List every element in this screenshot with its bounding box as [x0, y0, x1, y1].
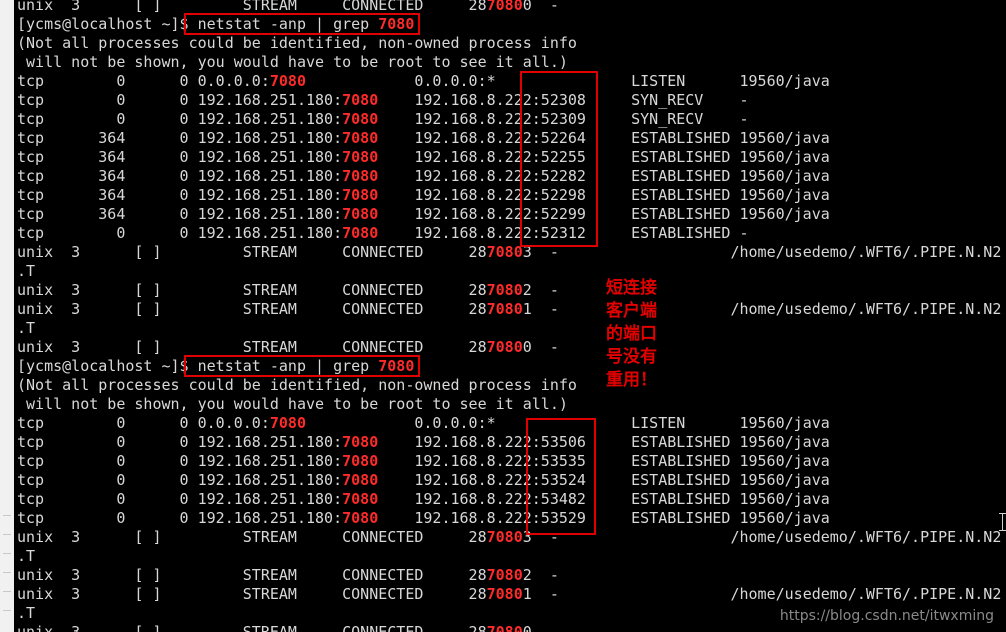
gutter-tick [3, 553, 11, 554]
client-ports-highlight-box-2 [526, 418, 596, 535]
terminal-line: tcp 0 0 0.0.0.0:7080 0.0.0.0:* LISTEN 19… [17, 72, 830, 90]
gutter-tick [3, 610, 11, 611]
terminal-line: .T [17, 547, 36, 565]
terminal-line: tcp 0 0 192.168.251.180:7080 192.168.8.2… [17, 490, 830, 508]
search-term-highlight: 7080 [486, 566, 523, 584]
search-term-highlight: 7080 [342, 471, 379, 489]
terminal-line: .T [17, 319, 36, 337]
search-term-highlight: 7080 [486, 623, 523, 632]
terminal-line: tcp 364 0 192.168.251.180:7080 192.168.8… [17, 148, 830, 166]
gutter-tick [3, 515, 11, 516]
terminal-line: will not be shown, you would have to be … [17, 53, 568, 71]
search-term-highlight: 7080 [342, 205, 379, 223]
search-term-highlight: 7080 [342, 148, 379, 166]
annotation-note: 短连接 客户端 的端口 号没有 重用！ [606, 277, 676, 392]
search-term-highlight: 7080 [342, 91, 379, 109]
search-term-highlight: 7080 [342, 224, 379, 242]
terminal-window[interactable]: unix 3 [ ] STREAM CONNECTED 2870800 - [yc… [14, 0, 1006, 632]
terminal-line: unix 3 [ ] STREAM CONNECTED 2870800 - [17, 623, 559, 632]
terminal-line: tcp 0 0 192.168.251.180:7080 192.168.8.2… [17, 471, 830, 489]
terminal-line: tcp 364 0 192.168.251.180:7080 192.168.8… [17, 167, 830, 185]
command-highlight-box-2 [184, 355, 420, 377]
terminal-line: (Not all processes could be identified, … [17, 34, 577, 52]
command-highlight-box-1 [184, 13, 420, 35]
terminal-line: unix 3 [ ] STREAM CONNECTED 2870803 - /h… [17, 243, 1002, 261]
search-term-highlight: 7080 [342, 186, 379, 204]
terminal-line: unix 3 [ ] STREAM CONNECTED 2870801 - /h… [17, 300, 1002, 318]
gutter-tick [3, 534, 11, 535]
search-term-highlight: 7080 [486, 243, 523, 261]
search-term-highlight: 7080 [486, 0, 523, 14]
left-gutter [0, 0, 15, 632]
terminal-line: .T [17, 604, 36, 622]
terminal-line: unix 3 [ ] STREAM CONNECTED 2870803 - /h… [17, 528, 1002, 546]
watermark: https://blog.csdn.net/itwxming [779, 608, 994, 624]
gutter-tick [3, 591, 11, 592]
terminal-line: unix 3 [ ] STREAM CONNECTED 2870801 - /h… [17, 585, 1002, 603]
search-term-highlight: 7080 [486, 585, 523, 603]
search-term-highlight: 7080 [486, 528, 523, 546]
terminal-line: tcp 0 0 0.0.0.0:7080 0.0.0.0:* LISTEN 19… [17, 414, 830, 432]
terminal-line: tcp 0 0 192.168.251.180:7080 192.168.8.2… [17, 110, 749, 128]
search-term-highlight: 7080 [269, 414, 306, 432]
terminal-line: unix 3 [ ] STREAM CONNECTED 2870802 - [17, 566, 559, 584]
annotation-line: 的端口 [606, 324, 657, 344]
terminal-line: tcp 0 0 192.168.251.180:7080 192.168.8.2… [17, 433, 830, 451]
terminal-line: tcp 364 0 192.168.251.180:7080 192.168.8… [17, 129, 830, 147]
terminal-line: (Not all processes could be identified, … [17, 376, 577, 394]
terminal-line: tcp 364 0 192.168.251.180:7080 192.168.8… [17, 186, 830, 204]
terminal-line: unix 3 [ ] STREAM CONNECTED 2870802 - [17, 281, 559, 299]
gutter-tick [3, 572, 11, 573]
terminal-line: will not be shown, you would have to be … [17, 395, 568, 413]
annotation-line: 客户端 [606, 301, 657, 321]
search-term-highlight: 7080 [486, 300, 523, 318]
terminal-line: tcp 364 0 192.168.251.180:7080 192.168.8… [17, 205, 830, 223]
search-term-highlight: 7080 [342, 110, 379, 128]
terminal-line: tcp 0 0 192.168.251.180:7080 192.168.8.2… [17, 509, 830, 527]
annotation-line: 短连接 [606, 278, 657, 298]
annotation-line: 重用！ [606, 370, 657, 390]
annotation-line: 号没有 [606, 347, 657, 367]
search-term-highlight: 7080 [342, 509, 379, 527]
search-term-highlight: 7080 [486, 281, 523, 299]
terminal-line: .T [17, 262, 36, 280]
search-term-highlight: 7080 [486, 338, 523, 356]
search-term-highlight: 7080 [342, 129, 379, 147]
search-term-highlight: 7080 [342, 490, 379, 508]
terminal-line: tcp 0 0 192.168.251.180:7080 192.168.8.2… [17, 452, 830, 470]
i-beam-cursor-icon [999, 513, 1006, 531]
search-term-highlight: 7080 [342, 433, 379, 451]
terminal-line: tcp 0 0 192.168.251.180:7080 192.168.8.2… [17, 91, 749, 109]
search-term-highlight: 7080 [269, 72, 306, 90]
search-term-highlight: 7080 [342, 167, 379, 185]
client-ports-highlight-box-1 [520, 71, 598, 247]
search-term-highlight: 7080 [342, 452, 379, 470]
terminal-line: tcp 0 0 192.168.251.180:7080 192.168.8.2… [17, 224, 749, 242]
